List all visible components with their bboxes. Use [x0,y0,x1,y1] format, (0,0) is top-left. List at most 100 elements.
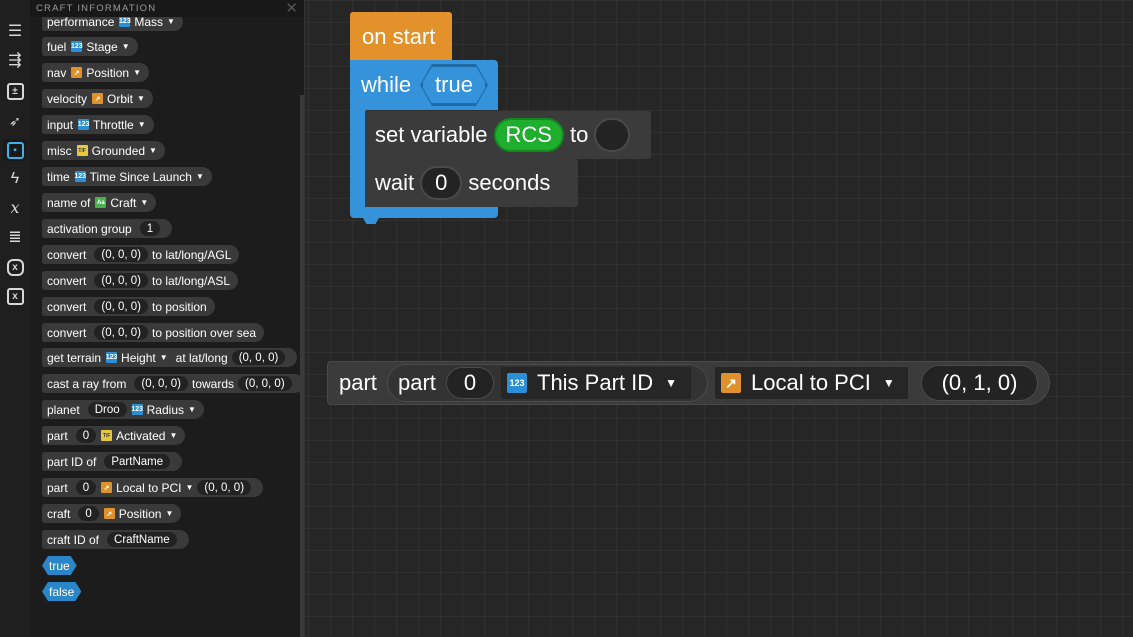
boolean-type-icon: T/F [76,145,88,156]
seconds-label: seconds [468,170,551,195]
chevron-down-icon: ▼ [133,68,141,77]
variable-pill[interactable]: RCS [493,118,564,152]
text-input[interactable]: CraftName [107,532,177,547]
block-convert-position[interactable]: convert (0, 0, 0) to position [42,297,215,316]
conversion-dropdown[interactable]: ↗ Local to PCI ▼ [715,367,908,399]
conversion-dropdown[interactable]: ↗ Local to PCI ▼ [101,481,193,495]
vector-input[interactable]: (0, 0, 0) [94,325,148,340]
block-planet[interactable]: planet Droo 123 Radius ▼ [42,400,204,419]
block-label: convert [47,299,87,314]
number-type-icon: 123 [131,404,143,415]
number-input[interactable]: 0 [78,506,99,521]
text-type-icon: Aa [95,197,107,208]
category-craft-information[interactable]: ▪ [3,139,27,161]
block-craft-position[interactable]: craft 0 ↗ Position ▼ [42,504,182,523]
vector-input[interactable]: (0, 1, 0) [921,365,1038,401]
category-operators[interactable]: ± [3,80,27,102]
part-property-dropdown[interactable]: 123 This Part ID ▼ [501,367,691,399]
block-time[interactable]: time 123 Time Since Launch ▼ [42,167,212,186]
close-icon[interactable]: ✕ [285,0,298,17]
block-activation-group[interactable]: activation group 1 [42,219,173,238]
category-rail: ☰ ⇶ ± ➶ ▪ ϟ x ≣ x x [0,0,30,637]
part-index-input[interactable]: 0 [446,367,494,399]
block-label: convert [47,247,87,262]
block-convert-asl[interactable]: convert (0, 0, 0) to lat/long/ASL [42,271,239,290]
value-input[interactable] [594,118,631,152]
property-dropdown[interactable]: ↗ Position ▼ [71,66,141,80]
category-custom-instructions[interactable]: x [3,256,27,278]
block-misc[interactable]: misc T/F Grounded ▼ [42,141,165,160]
block-label: part [47,428,68,443]
block-label: cast a ray from [47,376,127,391]
category-program-flow[interactable]: ⇶ [3,50,27,72]
block-true[interactable]: true [42,556,77,575]
seconds-input[interactable]: 0 [420,166,463,200]
block-nav[interactable]: nav ↗ Position ▼ [42,63,149,82]
property-dropdown[interactable]: ↗ Orbit ▼ [92,92,145,106]
menu-button[interactable]: ☰ [3,21,27,43]
property-dropdown[interactable]: 123 Throttle ▼ [78,118,146,132]
block-convert-sea[interactable]: convert (0, 0, 0) to position over sea [42,323,265,342]
category-variables[interactable]: x [3,197,27,219]
chevron-down-icon: ▼ [165,509,174,518]
vector-input[interactable]: (0, 0, 0) [197,480,252,495]
property-dropdown[interactable]: 123 Stage ▼ [71,40,130,54]
chevron-down-icon: ▼ [137,120,146,129]
block-label: activation group [47,221,132,236]
block-label: craft ID of [47,532,100,547]
on-start-event-block[interactable]: on start [350,12,452,62]
number-input[interactable]: 0 [75,428,97,443]
vector-type-icon: ↗ [71,67,83,78]
vector-input[interactable]: (0, 0, 0) [94,273,148,288]
block-false[interactable]: false [42,582,81,601]
chevron-down-icon: ▼ [188,405,196,414]
vector-input[interactable]: (0, 0, 0) [94,299,148,314]
block-craft-id-of[interactable]: craft ID of CraftName [42,530,189,549]
vector-input[interactable]: (0, 0, 0) [134,376,188,391]
wait-block[interactable]: wait 0 seconds [365,159,578,207]
chevron-down-icon: ▼ [195,172,204,181]
chevron-down-icon: ▼ [882,376,895,390]
chevron-down-icon: ▼ [169,431,178,440]
block-convert-agl[interactable]: convert (0, 0, 0) to lat/long/AGL [42,245,240,264]
lists-icon: ≣ [8,229,22,246]
block-suffix: to lat/long/AGL [152,247,232,262]
block-part-local-to-pci[interactable]: part 0 ↗ Local to PCI ▼ (0, 0, 0) [42,478,264,497]
chevron-down-icon: ▼ [140,198,149,207]
category-custom-expressions[interactable]: x [3,285,27,307]
vector-input[interactable]: (0, 0, 0) [238,376,292,391]
number-input[interactable]: 1 [139,221,161,236]
number-type-icon: 123 [507,373,527,393]
vector-type-icon: ↗ [92,93,104,104]
block-input[interactable]: input 123 Throttle ▼ [42,115,154,134]
block-get-terrain[interactable]: get terrain 123 Height ▼ at lat/long (0, 0… [42,348,298,367]
text-input[interactable]: PartName [104,454,171,469]
block-cast-ray[interactable]: cast a ray from (0, 0, 0) towards (0, 0,… [42,374,304,393]
category-lists[interactable]: ≣ [3,227,27,249]
number-input[interactable]: 0 [75,480,97,495]
vector-input[interactable]: (0, 0, 0) [231,350,286,365]
block-label: misc [47,143,72,158]
block-part-activated[interactable]: part 0 T/F Activated ▼ [42,426,186,445]
block-part-id-of[interactable]: part ID of PartName [42,452,183,471]
text-input[interactable]: Droo [87,402,127,417]
block-fuel[interactable]: fuel 123 Stage ▼ [42,37,138,56]
property-dropdown[interactable]: 123 Time Since Launch ▼ [74,170,204,184]
property-dropdown[interactable]: T/F Grounded ▼ [76,144,157,158]
number-type-icon: 123 [119,16,131,27]
property-dropdown[interactable]: Aa Craft ▼ [95,196,148,210]
property-dropdown[interactable]: 123 Radius ▼ [131,403,196,417]
block-velocity[interactable]: velocity ↗ Orbit ▼ [42,89,153,108]
block-name-of[interactable]: name of Aa Craft ▼ [42,193,157,212]
property-dropdown[interactable]: ↗ Position ▼ [103,507,174,521]
vector-input[interactable]: (0, 0, 0) [94,247,148,262]
number-type-icon: 123 [71,41,83,52]
property-dropdown[interactable]: 123 Height ▼ [106,351,168,365]
property-dropdown[interactable]: T/F Activated ▼ [101,429,177,443]
category-craft-control[interactable]: ➶ [3,110,27,132]
flyout-scrollbar[interactable] [300,95,304,637]
set-variable-block[interactable]: set variable RCS to [365,111,651,159]
condition-true-block[interactable]: true [421,65,487,105]
category-events[interactable]: ϟ [3,168,27,190]
chevron-down-icon: ▼ [665,376,678,390]
